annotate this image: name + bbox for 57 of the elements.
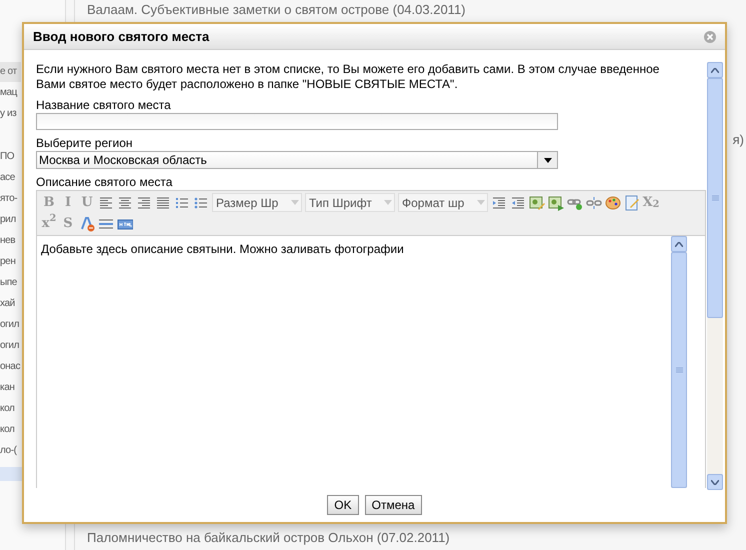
image-insert-icon[interactable] — [548, 194, 564, 210]
bullet-list-icon[interactable] — [193, 194, 209, 210]
sidebar-item[interactable]: огил — [0, 338, 20, 353]
editor-text[interactable]: Добавьте здесь описание святыни. Можно заливать фотографии — [37, 236, 671, 488]
sidebar-item[interactable]: нев — [0, 233, 16, 248]
selected-row-highlight — [0, 467, 22, 481]
sidebar-item[interactable]: хай — [0, 296, 15, 311]
sidebar-item[interactable]: у из — [0, 106, 16, 121]
toolbar-dropdown[interactable]: Формат шр — [398, 193, 488, 212]
article-link[interactable]: Валаам. Субъективные заметки о святом острове (04.03.2011) — [87, 0, 746, 18]
sidebar-item[interactable]: кол — [0, 401, 14, 416]
justify-icon[interactable] — [155, 194, 171, 210]
caret-icon — [384, 200, 392, 205]
intro-text: Если нужного Вам святого места нет в этом списке, то Вы можете его добавить сами. В этом случае введенное Вами святое место будет расположено в папке "НОВЫЕ СВЯТЫЕ МЕСТА". — [36, 62, 660, 92]
scroll-up-icon[interactable] — [671, 236, 687, 252]
name-field[interactable] — [36, 113, 558, 130]
panel-header: е от — [0, 62, 21, 82]
palette-icon[interactable] — [605, 194, 621, 210]
align-right-icon[interactable] — [136, 194, 152, 210]
scroll-up-icon[interactable] — [707, 62, 723, 78]
article-link[interactable]: я) — [732, 130, 746, 528]
sidebar-item[interactable]: огил — [0, 317, 20, 332]
sidebar-item[interactable]: мац — [0, 85, 17, 100]
caret-icon — [477, 200, 485, 205]
sidebar-item[interactable]: ято- — [0, 191, 18, 206]
sidebar-item[interactable]: асе — [0, 170, 15, 185]
field-label: Описание святого места — [36, 175, 174, 190]
sidebar-item[interactable]: ПО — [0, 149, 14, 164]
dialog-button[interactable]: Отмена — [364, 495, 422, 515]
sidebar-item[interactable]: ыпе — [0, 275, 17, 290]
sidebar-item[interactable]: рил — [0, 212, 16, 227]
field-label: Выберите регион — [36, 136, 134, 151]
dialog-button[interactable]: OK — [327, 495, 359, 515]
align-left-icon[interactable] — [98, 194, 114, 210]
article-link[interactable]: Паломничество на байкальский остров Ольхон (07.02.2011) — [87, 528, 746, 546]
caret-icon — [291, 200, 299, 205]
sidebar-item[interactable]: онас — [0, 359, 20, 374]
dialog-title: Ввод нового святого места — [33, 28, 210, 46]
sidebar-item[interactable]: ло-( — [0, 443, 17, 458]
document-edit-icon[interactable] — [624, 194, 640, 210]
toolbar-dropdown[interactable]: Размер Шр — [212, 193, 302, 212]
scroll-thumb[interactable] — [707, 78, 723, 318]
image-edit-icon[interactable] — [529, 194, 545, 210]
scrollbar[interactable] — [707, 62, 723, 490]
indent-icon[interactable] — [491, 194, 507, 210]
toolbar-dropdown[interactable]: Тип Шрифт — [305, 193, 395, 212]
sidebar-item[interactable]: кан — [0, 380, 14, 395]
field-label: Название святого места — [36, 98, 172, 113]
align-center-icon[interactable] — [117, 194, 133, 210]
outdent-icon[interactable] — [510, 194, 526, 210]
sidebar-item[interactable]: рен — [0, 254, 16, 269]
close-icon[interactable] — [704, 30, 716, 42]
unlink-icon[interactable] — [586, 194, 602, 210]
clear-format-icon[interactable] — [79, 216, 95, 232]
scroll-down-icon[interactable] — [707, 474, 723, 490]
region-select[interactable]: Москва и Московская область — [36, 151, 558, 169]
sidebar-item[interactable]: кол — [0, 422, 14, 437]
